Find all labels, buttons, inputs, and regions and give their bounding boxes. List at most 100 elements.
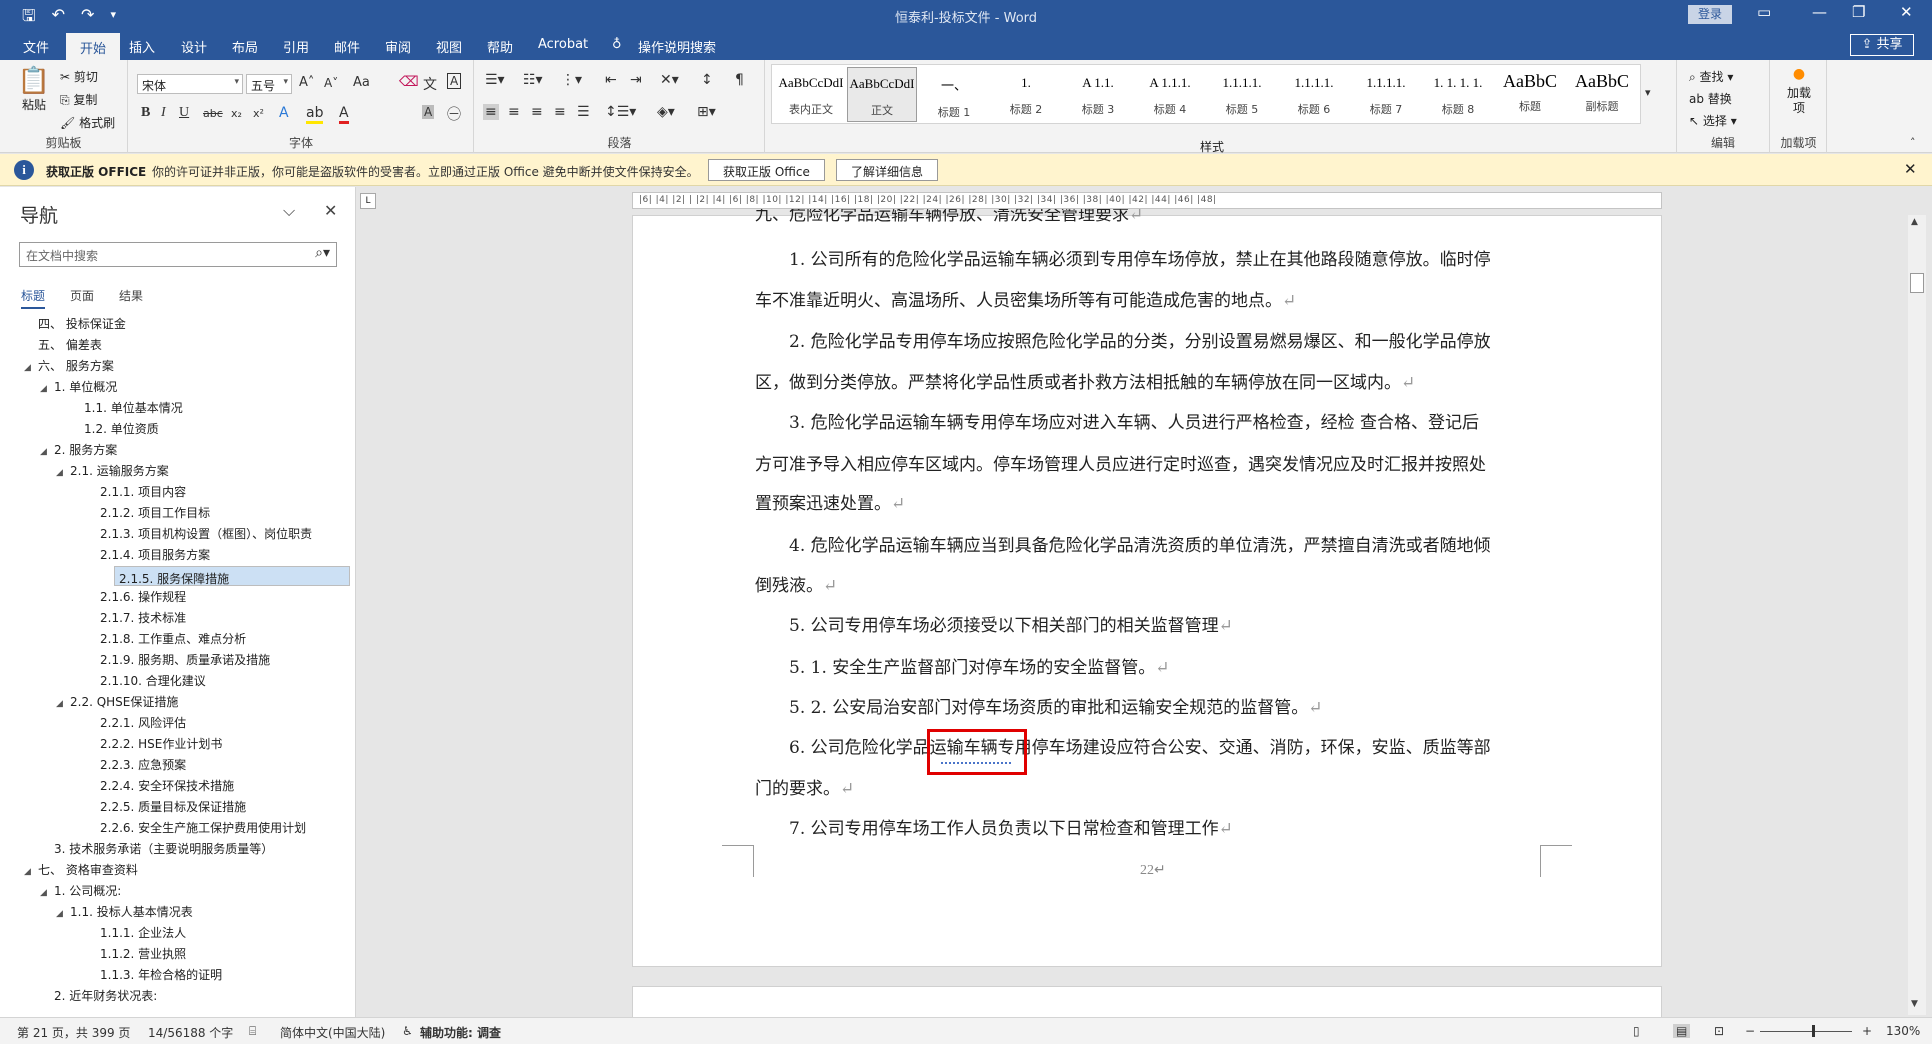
document-line[interactable]: 3. 危险化学品运输车辆专用停车场应对进入车辆、人员进行严格检查，经检 查合格、… [789,408,1479,433]
nav-heading-item[interactable]: 2.1.2. 项目工作目标 [72,503,210,523]
tab-mailings[interactable]: 邮件 [334,37,360,56]
nav-heading-item[interactable]: 1.2. 单位资质 [56,419,159,439]
nav-heading-item[interactable]: 3. 技术服务承诺（主要说明服务质量等） [40,839,273,859]
collapse-triangle-icon[interactable]: ◢ [24,358,38,378]
vertical-scrollbar[interactable]: ▲ ▼ [1908,215,1926,1015]
show-marks-icon[interactable]: ¶ [735,72,744,88]
zoom-out-icon[interactable]: − [1745,1024,1755,1038]
document-line[interactable]: 6. 公司危险化学品运输车辆专用停车场建设应符合公安、交通、消防，环保，安监、质… [789,733,1491,758]
collapse-triangle-icon[interactable]: ◢ [56,463,70,483]
decrease-indent-icon[interactable]: ⇤ [605,72,617,88]
sort-icon[interactable]: ↕ [701,72,713,88]
word-count[interactable]: 14/56188 个字 [148,1024,233,1041]
scroll-thumb[interactable] [1910,273,1924,293]
clear-formatting-icon[interactable]: ⌫ [399,74,419,90]
tab-home[interactable]: 开始 [66,33,121,60]
nav-heading-item[interactable]: 2.1.7. 技术标准 [72,608,186,628]
nav-heading-item[interactable]: 2.2.4. 安全环保技术措施 [72,776,234,796]
addins-button[interactable]: ● 加载项 [1779,66,1819,116]
web-layout-icon[interactable]: ⊡ [1714,1024,1724,1038]
scroll-up-icon[interactable]: ▲ [1911,217,1918,227]
tab-insert[interactable]: 插入 [129,37,155,56]
tell-me-search[interactable]: 操作说明搜索 [638,37,716,56]
nav-heading-item[interactable]: ◢ 2.1. 运输服务方案 [56,461,169,481]
nav-heading-item[interactable]: 2.1.1. 项目内容 [72,482,186,502]
collapse-triangle-icon[interactable]: ◢ [24,862,38,882]
style-item[interactable]: 1. 1. 1. 1. 标题 8 [1423,67,1493,122]
nav-heading-item[interactable]: 2.2.6. 安全生产施工保护费用使用计划 [72,818,306,838]
font-name-select[interactable]: 宋体 ▾ [137,74,243,94]
document-line[interactable]: 区，做到分类停放。严禁将化学品性质或者扑救方法相抵触的车辆停放在同一区域内。↵ [755,368,1415,393]
nav-heading-item[interactable]: 2.1.8. 工作重点、难点分析 [72,629,246,649]
document-line[interactable]: 方可准予导入相应停车区域内。停车场管理人员应进行定时巡查，遇突发情况应及时汇报并… [755,450,1486,475]
distributed-icon[interactable]: ☰ [577,104,590,120]
select-button[interactable]: ↖ 选择 ▾ [1689,112,1737,129]
nav-heading-item[interactable]: 2.1.9. 服务期、质量承诺及措施 [72,650,270,670]
align-left-icon[interactable]: ≡ [483,104,499,120]
minimize-icon[interactable]: — [1812,3,1827,21]
chevron-down-icon[interactable]: ⌵ [283,201,295,221]
tab-help[interactable]: 帮助 [487,37,513,56]
document-line[interactable]: 5. 1. 安全生产监督部门对停车场的安全监督管。↵ [789,653,1170,678]
copy-button[interactable]: ⎘ 复制 [60,91,97,108]
asian-layout-icon[interactable]: ✕▾ [660,72,679,88]
style-item[interactable]: 1.1.1.1. 标题 5 [1207,67,1277,122]
find-button[interactable]: ⌕ 查找 ▾ [1689,68,1733,85]
multilevel-list-icon[interactable]: ⋮▾ [561,72,582,88]
document-line[interactable]: 车不准靠近明火、高温场所、人员密集场所等有可能造成危害的地点。↵ [755,286,1296,311]
nav-heading-item[interactable]: 2.1.6. 操作规程 [72,587,186,607]
nav-heading-item[interactable]: 2.1.10. 合理化建议 [72,671,206,691]
nav-heading-item[interactable]: ◢ 2. 服务方案 [40,440,117,460]
tab-pages[interactable]: 页面 [70,287,94,304]
nav-heading-item[interactable]: 1.1.2. 营业执照 [72,944,186,964]
scroll-down-icon[interactable]: ▼ [1911,999,1918,1009]
nav-heading-item[interactable]: 2.2.2. HSE作业计划书 [72,734,222,754]
phonetic-guide-icon[interactable]: 文 [423,74,437,94]
tab-layout[interactable]: 布局 [232,37,258,56]
increase-indent-icon[interactable]: ⇥ [630,72,642,88]
tab-file[interactable]: 文件 [23,37,49,56]
nav-heading-item[interactable]: ◢ 2.2. QHSE保证措施 [56,692,178,712]
tab-selector[interactable]: L [360,193,376,209]
learn-more-button[interactable]: 了解详细信息 [836,159,939,181]
accessibility-status[interactable]: 辅助功能: 调查 [420,1024,501,1041]
style-item[interactable]: AaBbCcDdI 正文 [847,67,917,122]
nav-heading-item[interactable]: ◢ 1. 公司概况: [40,881,121,901]
numbering-icon[interactable]: ☷▾ [523,72,543,88]
zoom-slider[interactable] [1760,1031,1852,1032]
nav-heading-item[interactable]: 2. 近年财务状况表: [40,986,157,1006]
nav-heading-item[interactable]: ◢ 1. 单位概况 [40,377,117,397]
style-item[interactable]: AaBbCcDdI 表内正文 [776,67,846,122]
superscript-icon[interactable]: x² [253,107,264,120]
tab-results[interactable]: 结果 [119,287,143,304]
close-icon[interactable]: ✕ [324,201,337,220]
collapse-triangle-icon[interactable]: ◢ [40,883,54,903]
font-size-select[interactable]: 五号 ▾ [246,74,292,94]
zoom-slider-knob[interactable] [1812,1025,1815,1037]
document-line[interactable]: 置预案迅速处置。↵ [755,489,905,514]
document-line[interactable]: 倒残液。↵ [755,571,837,596]
collapse-triangle-icon[interactable]: ◢ [40,379,54,399]
bold-icon[interactable]: B [141,105,150,121]
collapse-ribbon-icon[interactable]: ˄ [1910,136,1916,149]
style-item[interactable]: A 1.1.1. 标题 4 [1135,67,1205,122]
italic-icon[interactable]: I [161,105,166,121]
close-icon[interactable]: ✕ [1900,3,1913,21]
font-color-icon[interactable]: A [339,105,349,124]
format-painter-button[interactable]: 🖌 格式刷 [60,114,115,131]
nav-heading-item[interactable]: 2.2.5. 质量目标及保证措施 [72,797,246,817]
tab-design[interactable]: 设计 [181,37,207,56]
nav-heading-item[interactable]: 五、 偏差表 [24,335,102,355]
shading-icon[interactable]: ◈▾ [657,104,675,120]
zoom-level[interactable]: 130% [1886,1024,1920,1038]
read-mode-icon[interactable]: ▯ [1633,1024,1640,1038]
shrink-font-icon[interactable]: A˅ [324,76,338,90]
justify-icon[interactable]: ≡ [554,104,566,120]
align-right-icon[interactable]: ≡ [531,104,543,120]
bullets-icon[interactable]: ☰▾ [485,72,505,88]
strikethrough-icon[interactable]: abc [203,107,223,120]
document-line[interactable]: 1. 公司所有的危险化学品运输车辆必须到专用停车场停放，禁止在其他路段随意停放。… [789,245,1491,270]
proofing-icon[interactable]: ⌸ [249,1024,256,1039]
nav-heading-item[interactable]: 2.2.3. 应急预案 [72,755,186,775]
document-line[interactable]: 5. 2. 公安局治安部门对停车场资质的审批和运输安全规范的监督管。↵ [789,693,1323,718]
